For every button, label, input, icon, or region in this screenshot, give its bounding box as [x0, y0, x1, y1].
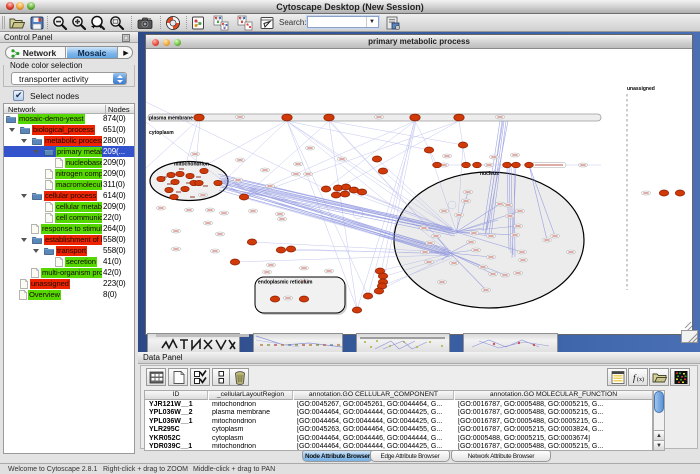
svg-text:plasma membrane: plasma membrane: [149, 116, 193, 122]
svg-text:(x): (x): [637, 376, 644, 383]
svg-text:endoplasmic reticulum: endoplasmic reticulum: [258, 280, 313, 286]
svg-text:nucleus: nucleus: [480, 171, 499, 177]
svg-text:unassigned: unassigned: [627, 86, 655, 92]
svg-text:mitochondrion: mitochondrion: [174, 162, 209, 168]
svg-text:cytoplasm: cytoplasm: [149, 130, 174, 136]
